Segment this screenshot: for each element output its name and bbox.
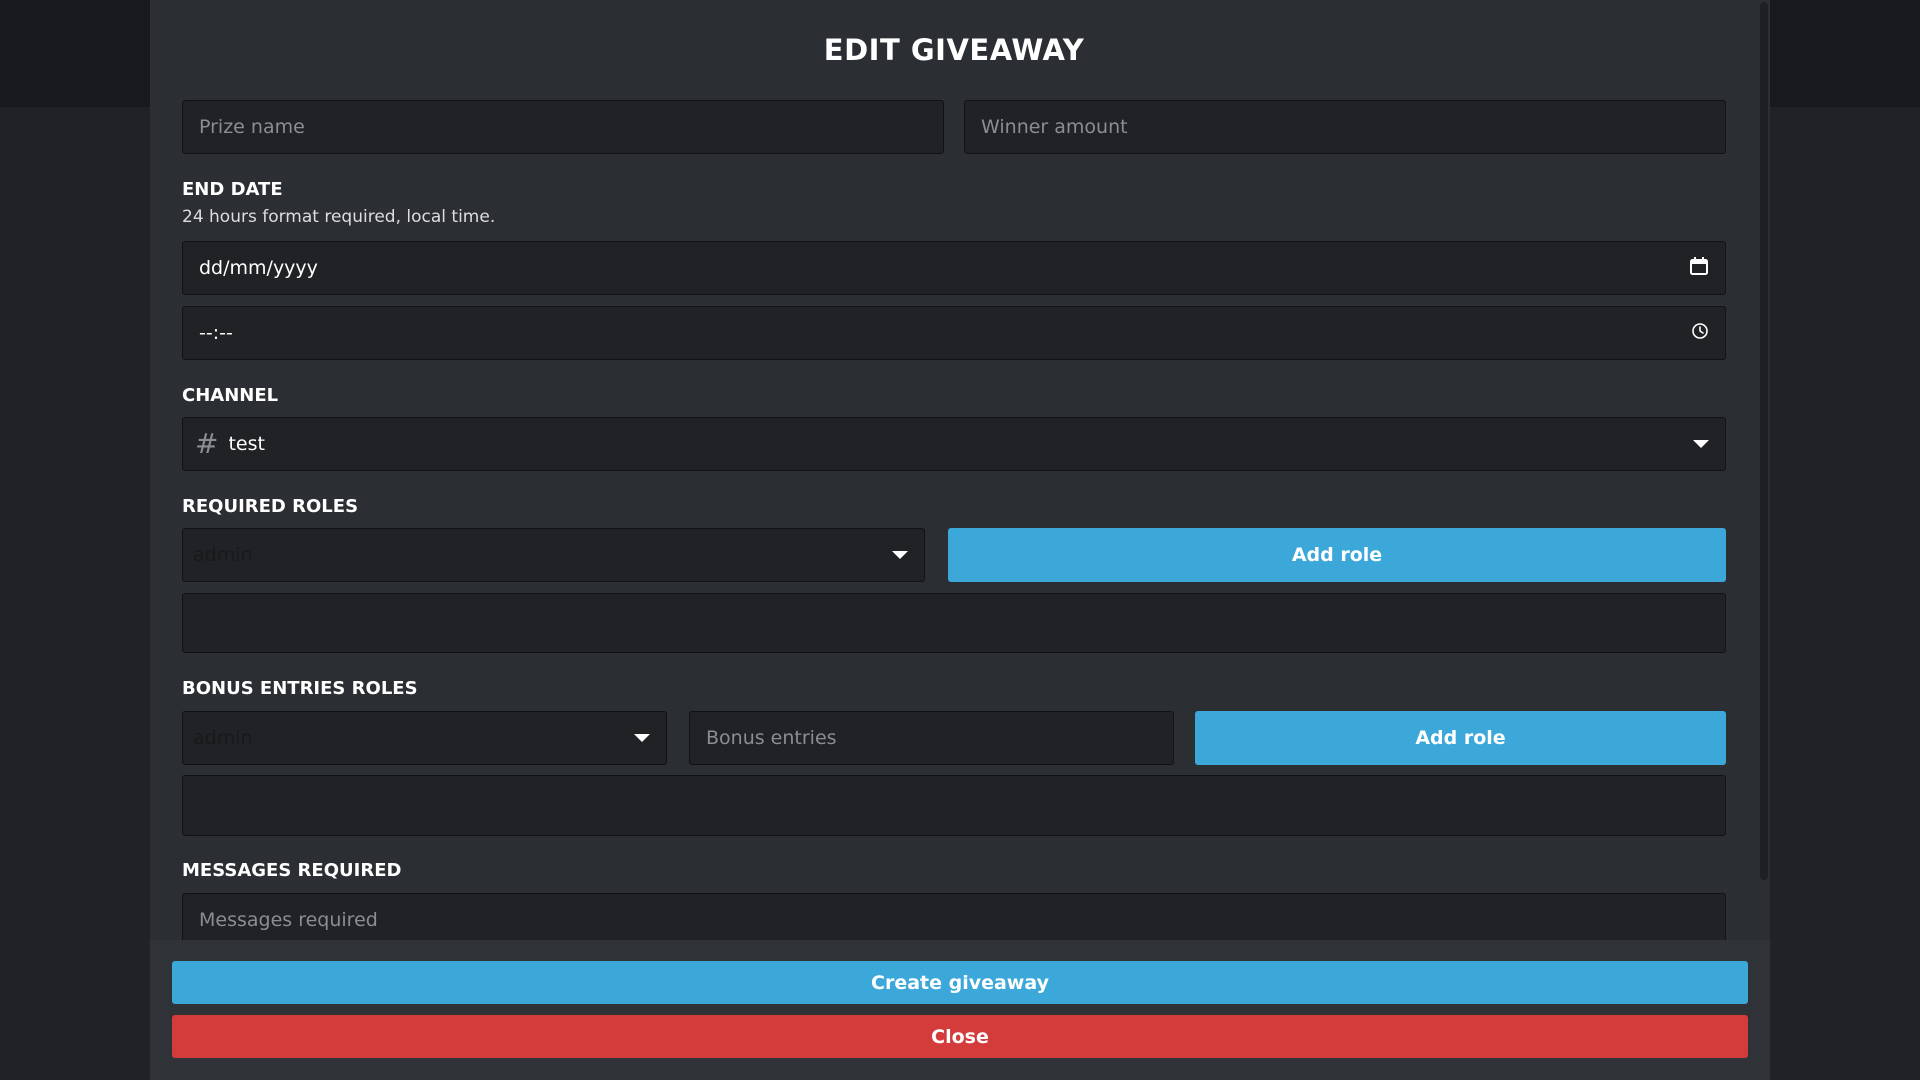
bonus-role-value: admin [193,727,253,749]
bonus-roles-label: BONUS ENTRIES ROLES [182,678,418,699]
winner-amount-input[interactable] [964,100,1726,154]
bonus-entries-input[interactable] [689,711,1174,765]
create-giveaway-button[interactable]: Create giveaway [172,961,1748,1004]
modal-title: EDIT GIVEAWAY [823,33,1085,67]
end-date-hint: 24 hours format required, local time. [182,207,496,227]
modal-scroll-area[interactable]: EDIT GIVEAWAY END DATE 24 hours format r… [150,0,1770,940]
channel-label: CHANNEL [182,385,279,406]
edit-giveaway-modal: EDIT GIVEAWAY END DATE 24 hours format r… [150,0,1770,1080]
end-date-value: dd/mm/yyyy [199,257,318,279]
close-button[interactable]: Close [172,1015,1748,1058]
channel-select[interactable]: # test [182,417,1726,471]
hashtag-icon: # [195,427,219,460]
clock-icon[interactable] [1691,322,1709,344]
end-date-input[interactable]: dd/mm/yyyy [182,241,1726,295]
bonus-role-select[interactable]: admin [182,711,667,765]
messages-required-input[interactable] [182,893,1726,940]
scrollbar-thumb[interactable] [1760,2,1768,880]
required-role-select[interactable]: admin [182,528,925,582]
add-required-role-button[interactable]: Add role [948,528,1726,582]
required-roles-label: REQUIRED ROLES [182,496,359,517]
chevron-down-icon [634,734,650,742]
end-date-label: END DATE [182,179,283,200]
required-role-value: admin [193,544,253,566]
prize-name-input[interactable] [182,100,944,154]
end-time-value: --:-- [199,322,233,344]
calendar-icon[interactable] [1689,256,1709,280]
messages-required-label: MESSAGES REQUIRED [182,860,402,881]
chevron-down-icon [892,551,908,559]
add-bonus-role-button[interactable]: Add role [1195,711,1726,765]
modal-footer: Create giveaway Close [150,940,1770,1080]
channel-value: test [228,433,265,455]
end-time-input[interactable]: --:-- [182,306,1726,360]
chevron-down-icon [1693,440,1709,448]
bonus-roles-list [182,775,1726,836]
required-roles-list [182,593,1726,653]
